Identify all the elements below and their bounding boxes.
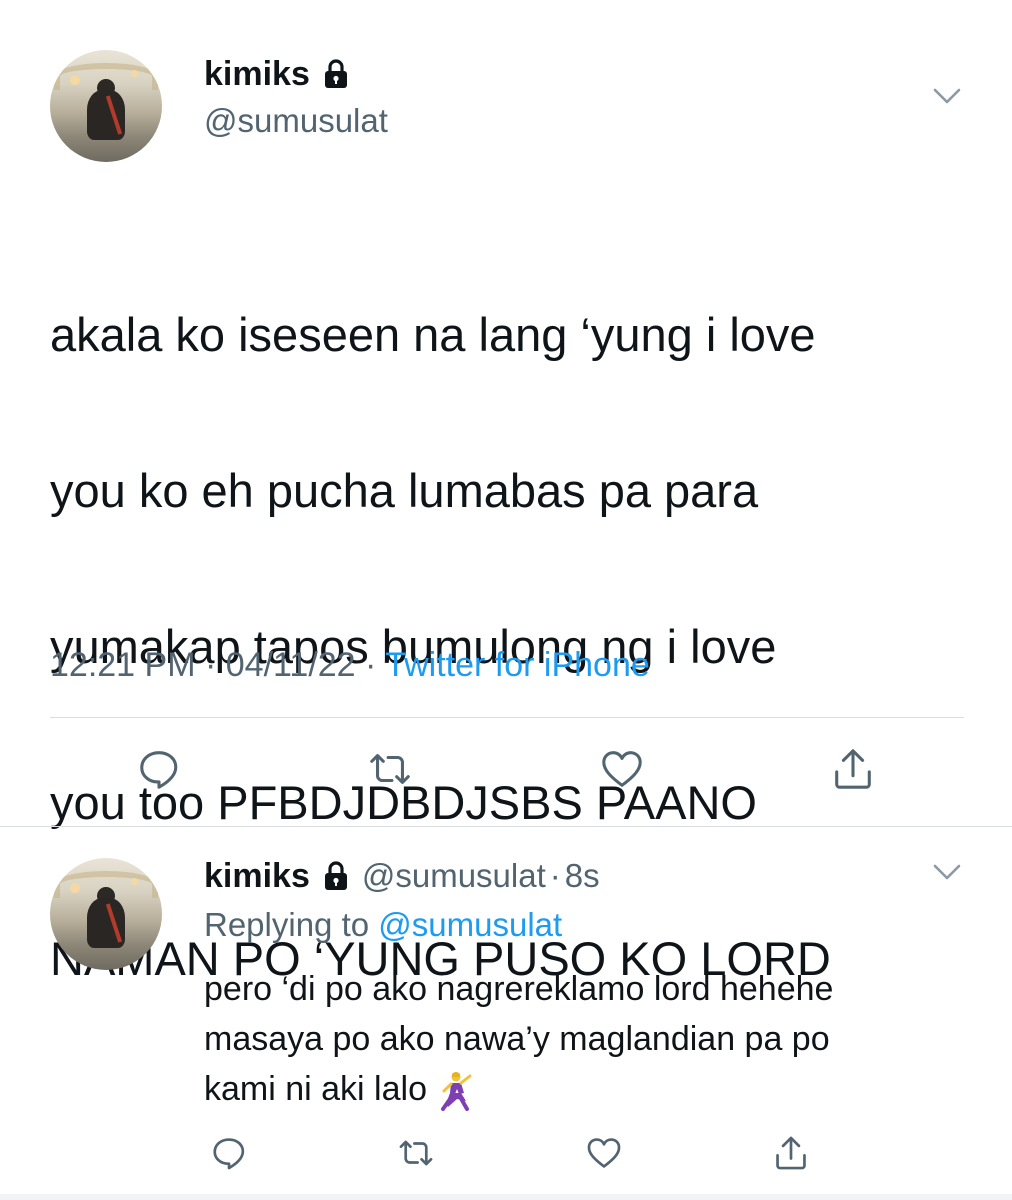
meta-separator: · (204, 646, 217, 684)
lock-icon (322, 59, 350, 89)
reply-text: pero ‘di po ako nagrereklamo lord hehehe… (204, 964, 984, 1114)
retweet-icon[interactable] (397, 1134, 435, 1172)
tweet-date[interactable]: 04/11/22 (226, 646, 356, 684)
meta-separator: · (365, 646, 377, 684)
reply-text-line-content: kami ni aki lalo (204, 1070, 427, 1108)
replying-to: Replying to @sumusulat (204, 906, 562, 944)
tweet-meta: 12:21 PM · 04/11/22 · Twitter for iPhone (50, 646, 650, 685)
tweet-actions (136, 746, 876, 792)
reply-text-line: masaya po ako nawa’y maglandian pa po (204, 1020, 830, 1058)
chevron-down-icon[interactable] (932, 86, 962, 106)
reply-text-line: pero ‘di po ako nagrereklamo lord hehehe (204, 970, 834, 1008)
heart-icon[interactable] (585, 1134, 623, 1172)
display-name[interactable]: kimiks (204, 55, 310, 94)
dancing-woman-emoji (437, 1071, 473, 1112)
avatar[interactable] (50, 50, 162, 162)
comment-bubble-icon[interactable] (210, 1134, 248, 1172)
reply-age[interactable]: 8s (565, 857, 600, 895)
handle[interactable]: @sumusulat (362, 857, 546, 895)
tweet-text-line: you ko eh pucha lumabas pa para (50, 464, 759, 517)
display-name[interactable]: kimiks (204, 857, 310, 896)
section-divider (0, 826, 1012, 827)
heart-icon[interactable] (599, 746, 645, 792)
meta-separator: · (549, 857, 561, 894)
tweet-time[interactable]: 12:21 PM (50, 646, 196, 684)
chevron-down-icon[interactable] (932, 862, 962, 882)
reply-text-line: kami ni aki lalo (204, 1064, 984, 1114)
comment-bubble-icon[interactable] (136, 746, 182, 792)
handle[interactable]: @sumusulat (204, 102, 388, 140)
tweet-actions (210, 1134, 810, 1172)
lock-icon (322, 861, 350, 891)
tweet-source-link[interactable]: Twitter for iPhone (385, 646, 650, 684)
tweet-text-line: akala ko iseseen na lang ‘yung i love (50, 308, 816, 361)
author-row: kimiks @sumusulat · 8s (204, 856, 600, 896)
avatar[interactable] (50, 858, 162, 970)
author-row: kimiks (204, 54, 350, 94)
replying-to-link[interactable]: @sumusulat (378, 906, 562, 943)
share-icon[interactable] (772, 1134, 810, 1172)
divider (50, 717, 964, 718)
bottom-edge (0, 1194, 1012, 1200)
retweet-icon[interactable] (367, 746, 413, 792)
share-icon[interactable] (830, 746, 876, 792)
main-tweet: kimiks @sumusulat akala ko iseseen na la… (0, 0, 1012, 985)
replying-prefix: Replying to (204, 906, 370, 943)
